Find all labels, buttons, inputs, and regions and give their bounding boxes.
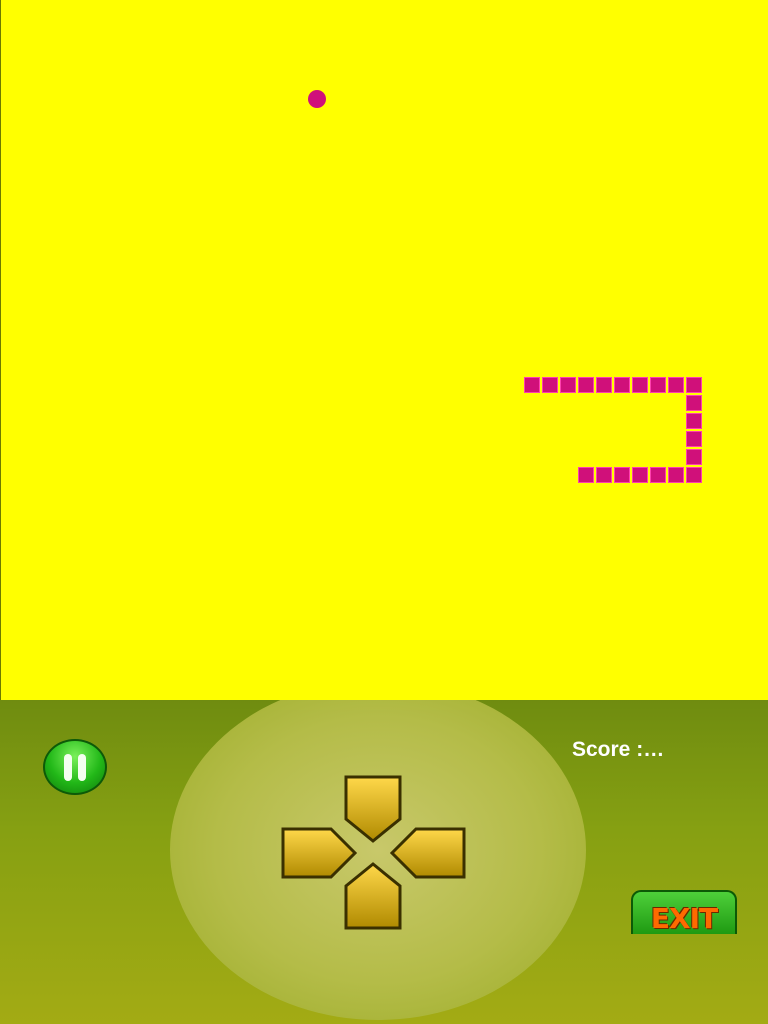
snake-segment bbox=[686, 413, 702, 429]
snake-segment bbox=[686, 431, 702, 447]
snake-segment bbox=[686, 395, 702, 411]
snake-segment bbox=[686, 467, 702, 483]
pause-icon-bar bbox=[78, 754, 86, 781]
snake-segment bbox=[632, 377, 648, 393]
exit-button[interactable]: EXIT bbox=[631, 890, 737, 935]
snake-segment bbox=[632, 467, 648, 483]
arrow-up-icon bbox=[344, 862, 402, 930]
dpad-background bbox=[170, 700, 586, 1020]
pause-icon bbox=[64, 754, 72, 781]
pause-button[interactable] bbox=[43, 739, 107, 795]
control-panel: Score :… EXIT bbox=[0, 700, 768, 1024]
game-board bbox=[0, 0, 768, 700]
snake-segment bbox=[668, 377, 684, 393]
snake-segment bbox=[614, 377, 630, 393]
snake-segment bbox=[596, 377, 612, 393]
snake-segment bbox=[524, 377, 540, 393]
snake-segment bbox=[596, 467, 612, 483]
food-pellet bbox=[308, 90, 326, 108]
score-label: Score :… bbox=[572, 738, 665, 761]
snake-segment bbox=[578, 377, 594, 393]
snake-segment bbox=[686, 449, 702, 465]
snake-segment bbox=[614, 467, 630, 483]
snake-segment bbox=[686, 377, 702, 393]
snake-segment bbox=[578, 467, 594, 483]
exit-label: EXIT bbox=[650, 902, 718, 935]
snake-segment bbox=[542, 377, 558, 393]
snake-segment bbox=[668, 467, 684, 483]
arrow-left-icon bbox=[390, 827, 466, 879]
snake-segment bbox=[650, 467, 666, 483]
dpad-down-button[interactable] bbox=[344, 862, 402, 930]
snake-segment bbox=[560, 377, 576, 393]
snake-segment bbox=[650, 377, 666, 393]
